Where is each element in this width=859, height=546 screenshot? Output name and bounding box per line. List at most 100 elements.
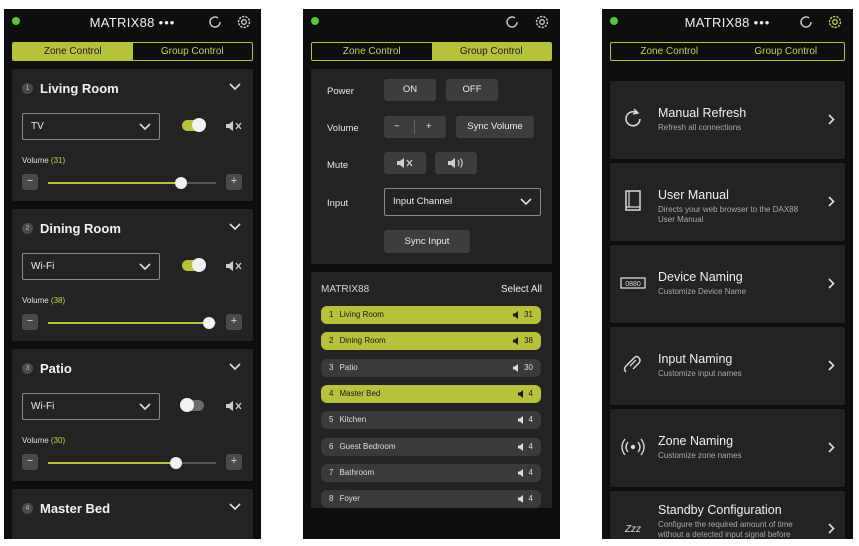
top-bar: MATRIX88 ••• [602, 9, 853, 35]
toggle-knob [192, 258, 206, 272]
power-on-button[interactable]: ON [384, 79, 436, 101]
zone-name: Living Room [40, 81, 119, 96]
speaker-icon [517, 442, 523, 451]
chevron-down-icon[interactable] [229, 363, 241, 371]
source-select[interactable]: TV [22, 113, 160, 140]
volume-down-button[interactable]: − [22, 174, 38, 190]
mute-button[interactable] [224, 259, 244, 273]
chevron-down-icon[interactable] [229, 503, 241, 511]
volume-fill [48, 322, 210, 324]
tab-zone-control[interactable]: Zone Control [611, 43, 728, 60]
speaker-icon [517, 495, 523, 504]
refresh-icon[interactable] [206, 13, 224, 31]
tab-group-control[interactable]: Group Control [431, 43, 551, 60]
volume-value: (31) [50, 156, 66, 165]
refresh-icon[interactable] [503, 13, 521, 31]
zone-name: Dining Room [40, 221, 121, 236]
input-channel-select[interactable]: Input Channel [384, 188, 541, 216]
zone-power-toggle[interactable] [182, 118, 206, 132]
volume-up-button[interactable]: + [226, 174, 242, 190]
zone-card: 1 Living Room TV Volume (31) − + [12, 69, 253, 201]
more-icon[interactable]: ••• [754, 15, 771, 30]
top-bar: MATRIX88 ••• [4, 9, 261, 35]
top-bar [303, 9, 560, 35]
volume-down-button[interactable]: − [22, 454, 38, 470]
sync-volume-button[interactable]: Sync Volume [456, 116, 534, 138]
zone-list-item[interactable]: 1 Living Room 31 [321, 306, 541, 324]
volume-down-button[interactable]: − [22, 314, 38, 330]
gear-icon[interactable] [533, 13, 551, 31]
zone-list-item[interactable]: 4 Master Bed 4 [321, 384, 541, 403]
zone-header: 3 Patio [22, 361, 72, 376]
settings-item[interactable]: Input Naming Customize input names [610, 327, 845, 405]
settings-item-title: Zone Naming [658, 434, 734, 448]
zone-list-item[interactable]: 2 Dining Room 38 [321, 332, 541, 351]
volume-label: Volume [327, 123, 359, 134]
source-select[interactable]: Wi-Fi [22, 393, 160, 420]
tab-zone-control[interactable]: Zone Control [13, 43, 133, 60]
speaker-mute-icon [397, 158, 413, 168]
source-select[interactable]: Wi-Fi [22, 253, 160, 280]
zone-volume: 4 [517, 464, 533, 482]
settings-item-subtitle: Refresh all connections [658, 123, 742, 132]
tab-group-control[interactable]: Group Control [728, 43, 845, 60]
zone-list-item[interactable]: 6 Guest Bedroom 4 [321, 437, 541, 456]
settings-item[interactable]: Manual Refresh Refresh all connections [610, 81, 845, 159]
more-icon[interactable]: ••• [159, 15, 176, 30]
zone-power-toggle[interactable] [182, 258, 206, 272]
zone-list-item[interactable]: 5 Kitchen 4 [321, 411, 541, 430]
speaker-mute-icon [226, 261, 242, 271]
volume-up-button[interactable]: + [426, 116, 432, 138]
volume-slider[interactable] [48, 457, 216, 469]
input-cable-icon [623, 355, 641, 373]
chevron-down-icon[interactable] [229, 83, 241, 91]
power-off-button[interactable]: OFF [446, 79, 498, 101]
volume-slider[interactable] [48, 317, 216, 329]
power-label: Power [327, 86, 354, 97]
zone-number: 7 [329, 467, 334, 477]
chevron-down-icon[interactable] [229, 223, 241, 231]
settings-item[interactable]: Zzz Standby Configuration Configure the re… [610, 491, 845, 539]
volume-up-button[interactable]: + [226, 314, 242, 330]
zone-number: 2 [329, 336, 334, 346]
tab-group-control[interactable]: Group Control [133, 43, 253, 60]
zone-name: Master Bed [40, 501, 111, 516]
tab-zone-control[interactable]: Zone Control [312, 43, 432, 60]
volume-down-button[interactable]: − [394, 116, 400, 138]
mute-on-button[interactable] [384, 152, 426, 174]
sync-input-button[interactable]: Sync Input [384, 230, 470, 253]
select-all-button[interactable]: Select All [501, 284, 542, 295]
settings-item[interactable]: User Manual Directs your web browser to t… [610, 163, 845, 241]
settings-item-subtitle: Directs your web browser to the DAX88 Us… [658, 205, 799, 224]
speaker-icon [517, 389, 523, 398]
zone-power-toggle[interactable] [180, 398, 204, 412]
control-mode-tabs: Zone Control Group Control [610, 42, 845, 61]
volume-slider[interactable] [48, 177, 216, 189]
gear-icon[interactable] [235, 13, 253, 31]
volume-slider-thumb[interactable] [169, 457, 182, 469]
mute-label: Mute [327, 160, 349, 171]
volume-label: Volume (31) [22, 156, 66, 165]
gear-icon[interactable] [826, 13, 844, 31]
volume-up-button[interactable]: + [226, 454, 242, 470]
mute-off-button[interactable] [435, 152, 477, 174]
volume-slider-thumb[interactable] [174, 177, 187, 189]
zone-list-item[interactable]: 3 Patio 30 [321, 358, 541, 377]
zone-list-item[interactable]: 8 Foyer 4 [321, 490, 541, 509]
volume-label: Volume (38) [22, 296, 66, 305]
zone-number: 1 [22, 83, 33, 94]
settings-item[interactable]: Zone Naming Customize zone names [610, 409, 845, 487]
icon-text: Zzz [624, 524, 641, 535]
zone-volume: 4 [517, 490, 533, 508]
mute-button[interactable] [224, 119, 244, 133]
zone-list-item[interactable]: 7 Bathroom 4 [321, 463, 541, 482]
zone-name: Guest Bedroom [339, 441, 396, 451]
settings-item[interactable]: 0880 Device Naming Customize Device Name [610, 245, 845, 323]
refresh-icon[interactable] [797, 13, 815, 31]
zone-volume: 4 [517, 411, 533, 429]
chevron-down-icon [139, 403, 151, 411]
mute-button[interactable] [224, 399, 244, 413]
zone-name: Kitchen [339, 415, 367, 425]
chevron-right-icon [828, 114, 835, 125]
volume-slider-thumb[interactable] [203, 317, 216, 329]
